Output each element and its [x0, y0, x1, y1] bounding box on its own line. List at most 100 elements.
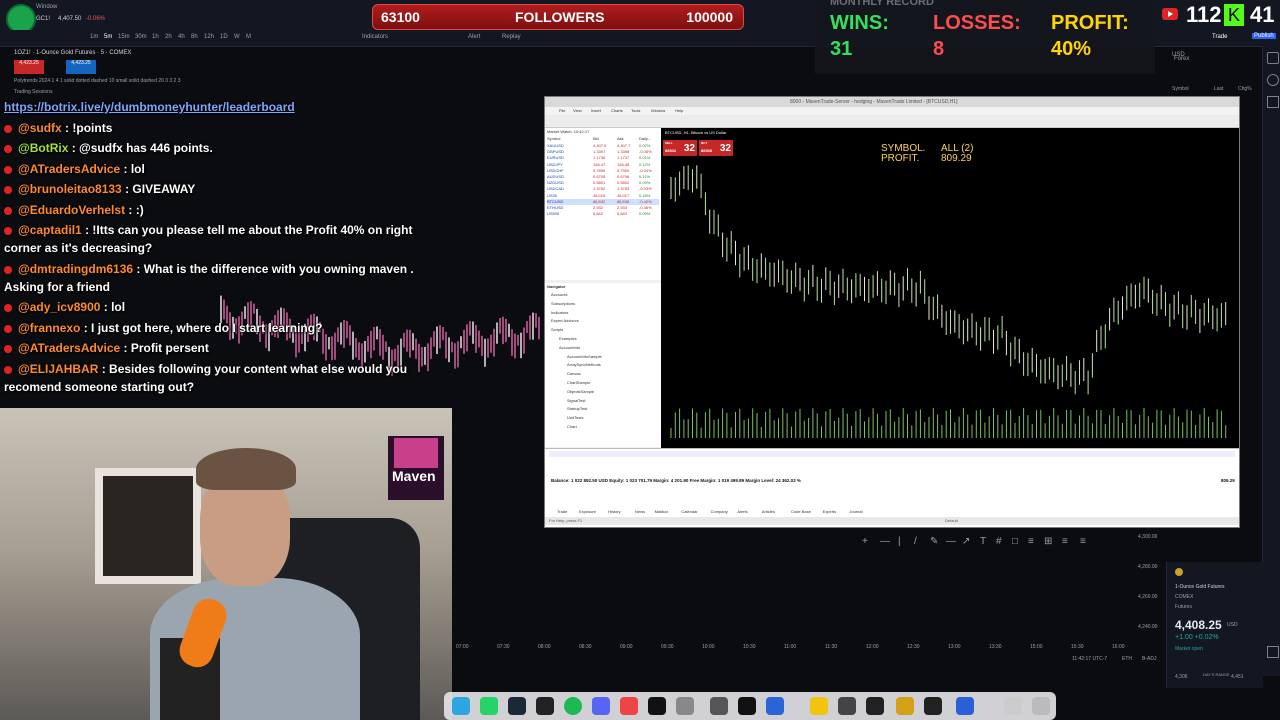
mt-menu-view[interactable]: View [573, 108, 582, 113]
help-icon[interactable] [1267, 646, 1279, 658]
app-icon[interactable] [536, 697, 554, 715]
vertical-line-icon[interactable]: | [898, 536, 901, 547]
horizontal-line-icon[interactable]: — [880, 536, 890, 547]
downloads-icon[interactable] [1004, 697, 1022, 715]
arrow-icon[interactable]: ↗ [962, 536, 970, 547]
toolbox-tab[interactable]: History [608, 509, 620, 514]
navigator-item[interactable]: Canvas [567, 371, 581, 376]
interval-m[interactable]: M [246, 34, 251, 40]
fib-icon[interactable]: ≡ [1028, 536, 1034, 547]
toolbox-tab[interactable]: Calendar [681, 509, 697, 514]
mt-price-chart[interactable]: BTCUSD, H1: Bitcoin vs US Dollar SELL 865… [661, 128, 1239, 448]
sell-button[interactable]: 4,423.25 [14, 60, 44, 74]
notes-icon[interactable] [810, 697, 828, 715]
market-watch-row[interactable]: USDJPY 156.47 156.48 0.12% [547, 162, 659, 168]
interval-5m[interactable]: 5m [104, 34, 112, 40]
more-icon[interactable]: ≡ [1080, 536, 1086, 547]
publish-button[interactable]: Publish [1252, 33, 1276, 39]
toolbox-tab[interactable]: Journal [849, 509, 862, 514]
toolbox-tab[interactable]: Alerts [737, 509, 747, 514]
interval-30m[interactable]: 30m [135, 34, 147, 40]
mt-menu-charts[interactable]: Charts [611, 108, 623, 113]
finder-window-icon[interactable] [956, 697, 974, 715]
watchlist-icon[interactable] [1267, 52, 1279, 64]
navigator-item[interactable]: ArraySyncMethods [567, 362, 601, 367]
status-adj[interactable]: B-ADJ [1142, 656, 1156, 662]
navigator-item[interactable]: Indicators [551, 310, 568, 315]
spotify-icon[interactable] [564, 697, 582, 715]
navigator-item[interactable]: AccountInfoSample [567, 354, 602, 359]
market-watch-row[interactable]: EURUSD 1.1736 1.1737 0.01% [547, 155, 659, 161]
text-tool-icon[interactable]: T [980, 536, 986, 547]
toolbox-tab[interactable]: Code Base [791, 509, 811, 514]
market-watch-row[interactable]: ETHUSD 2,932 2,933 -0.36% [547, 205, 659, 211]
navigator-item[interactable]: Chart [567, 424, 577, 429]
chatgpt-icon[interactable] [648, 697, 666, 715]
chat-leaderboard-url[interactable]: https://botrix.live/y/dumbmoneyhunter/le… [4, 100, 295, 114]
navigator-item[interactable]: ObjectsSample [567, 389, 594, 394]
measure-icon[interactable]: ⊞ [1044, 536, 1052, 547]
mt-menu-tools[interactable]: Tools [631, 108, 640, 113]
navigator-item[interactable]: UnitTests [567, 415, 583, 420]
crosshair-icon[interactable]: + [862, 536, 868, 547]
interval-1m[interactable]: 1m [90, 34, 98, 40]
toolbox-tab[interactable]: Mailbox [655, 509, 669, 514]
slack-icon[interactable] [620, 697, 638, 715]
rectangle-icon[interactable]: □ [1012, 536, 1018, 547]
toolbox-tab[interactable]: Trade [557, 509, 567, 514]
trade-button[interactable]: Trade [1212, 34, 1227, 40]
settings-icon[interactable] [676, 697, 694, 715]
whatsapp-icon[interactable] [480, 697, 498, 715]
toolbox-tab[interactable]: Articles [762, 509, 775, 514]
market-watch-row[interactable]: USDCHF 0.7899 0.7900 -0.04% [547, 168, 659, 174]
ray-icon[interactable]: — [946, 536, 956, 547]
interval-12h[interactable]: 12h [204, 34, 214, 40]
market-watch-row[interactable]: XAUUSD 4,407.5 4,407.7 0.02% [547, 143, 659, 149]
market-watch-row[interactable]: US500 6,842 6,843 0.09% [547, 211, 659, 217]
toolbox-tab[interactable]: Exposure [579, 509, 596, 514]
discord-icon[interactable] [592, 697, 610, 715]
grid-icon[interactable]: # [996, 536, 1002, 547]
trash-icon[interactable] [1032, 697, 1050, 715]
status-session[interactable]: ETH [1122, 656, 1132, 662]
app-icon[interactable] [838, 697, 856, 715]
alerts-icon[interactable] [1267, 74, 1279, 86]
mt-menu-window[interactable]: Window [651, 108, 665, 113]
terminal-icon[interactable] [738, 697, 756, 715]
trend-line-icon[interactable]: / [914, 536, 917, 547]
interval-2h[interactable]: 2h [165, 34, 172, 40]
app-icon[interactable] [866, 697, 884, 715]
position-row[interactable] [549, 466, 1235, 472]
steam-icon[interactable] [508, 697, 526, 715]
calculator-icon[interactable] [710, 697, 728, 715]
navigator-item[interactable]: Examples [559, 336, 577, 341]
data-window-icon[interactable] [1267, 96, 1279, 108]
indicators-button[interactable]: Indicators [362, 34, 388, 40]
interval-w[interactable]: W [234, 34, 240, 40]
watchlist-forex[interactable]: Forex [1174, 56, 1189, 62]
toolbox-tab[interactable]: News [635, 509, 645, 514]
telegram-icon[interactable] [452, 697, 470, 715]
market-watch-row[interactable]: BTCUSD 86,532 86,538 -0.42% [547, 198, 659, 205]
mt-menu-help[interactable]: Help [675, 108, 683, 113]
market-watch-row[interactable]: GBPUSD 1.3397 1.3398 -0.08% [547, 149, 659, 155]
interval-15m[interactable]: 15m [118, 34, 130, 40]
alert-button[interactable]: Alert [468, 34, 480, 40]
mt-menu-file[interactable]: File [559, 108, 565, 113]
navigator-item[interactable]: Scripts [551, 327, 563, 332]
brush-icon[interactable]: ✎ [930, 536, 938, 547]
buy-button[interactable]: 4,423.25 [66, 60, 96, 74]
interval-1h[interactable]: 1h [152, 34, 159, 40]
navigator-item[interactable]: SignalTest [567, 398, 585, 403]
mt-menu-insert[interactable]: Insert [591, 108, 601, 113]
interval-4h[interactable]: 4h [178, 34, 185, 40]
market-watch-row[interactable]: AUDUSD 0.6705 0.6706 0.11% [547, 174, 659, 180]
navigator-item[interactable]: AccountInfo [559, 345, 580, 350]
toolbox-tab[interactable]: Company [711, 509, 728, 514]
navigator-item[interactable]: Accounts [551, 292, 567, 297]
market-watch-row[interactable]: NZDUSD 0.5801 0.5802 0.09% [547, 180, 659, 186]
navigator-item[interactable]: ChartSample [567, 380, 590, 385]
top-symbol[interactable]: GC1! [36, 16, 50, 22]
navigator-item[interactable]: Expert Advisors [551, 318, 579, 323]
interval-1d[interactable]: 1D [220, 34, 228, 40]
